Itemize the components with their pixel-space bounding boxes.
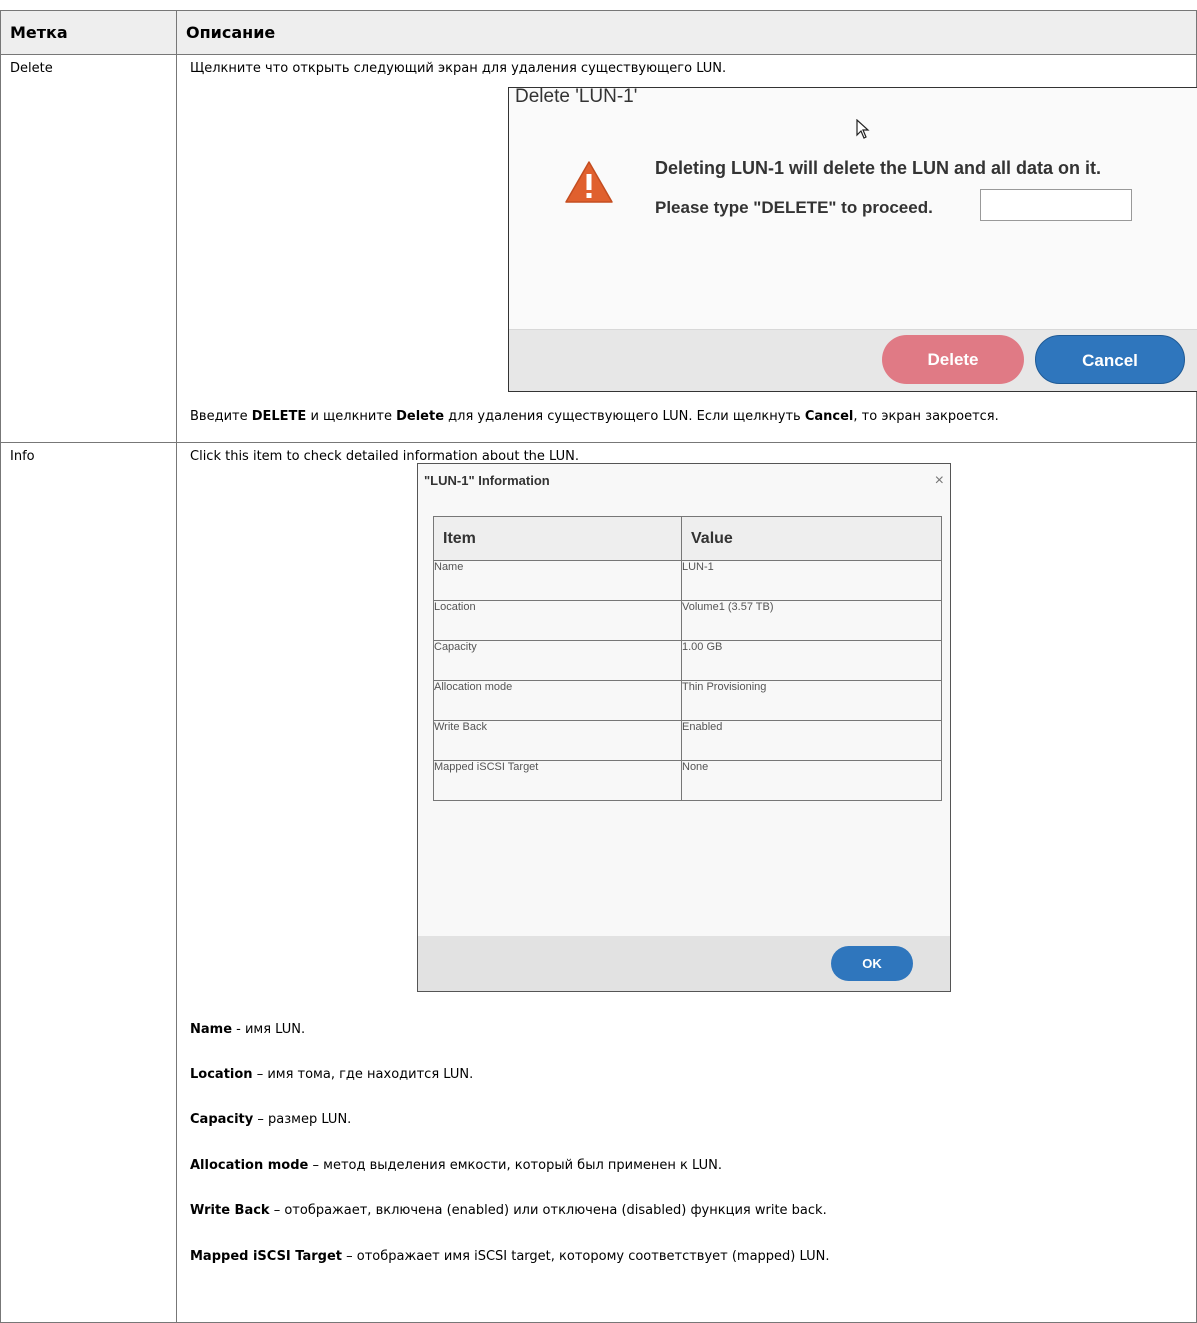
info-dialog-screenshot: "LUN-1" Information × Item Value Name LU… <box>417 463 951 992</box>
definition-location: Location – имя тома, где находится LUN. <box>190 1067 473 1082</box>
definition-term: Allocation mode <box>190 1158 309 1173</box>
definition-term: Mapped iSCSI Target <box>190 1249 343 1264</box>
definition-text: – отображает имя iSCSI target, которому … <box>342 1249 830 1264</box>
info-dialog-footer: OK <box>418 936 950 991</box>
table-row-delete: Delete Щелкните что открыть следующий эк… <box>0 54 1197 443</box>
info-col-item: Item <box>433 516 682 561</box>
note-bold-cancel: Cancel <box>804 409 854 424</box>
description-table: Метка Описание Delete Щелкните что откры… <box>0 10 1197 1323</box>
ok-button[interactable]: OK <box>831 946 913 981</box>
definition-name: Name - имя LUN. <box>190 1022 305 1037</box>
delete-confirm-prompt: Please type "DELETE" to proceed. <box>655 198 933 217</box>
table-row: Mapped iSCSI Target None <box>433 760 942 801</box>
table-row: Write Back Enabled <box>433 720 942 761</box>
info-value: Volume1 (3.57 TB) <box>681 600 942 641</box>
note-text: , то экран закроется. <box>853 409 999 424</box>
definition-term: Location <box>190 1067 253 1082</box>
close-icon[interactable]: × <box>935 472 944 490</box>
definition-term: Write Back <box>190 1203 270 1218</box>
info-value: None <box>681 760 942 801</box>
definition-capacity: Capacity – размер LUN. <box>190 1112 351 1127</box>
info-item: Capacity <box>433 640 682 681</box>
note-bold-delete-keyword: DELETE <box>251 409 307 424</box>
cancel-button[interactable]: Cancel <box>1035 335 1185 384</box>
table-row: Name LUN-1 <box>433 560 942 601</box>
table-row: Allocation mode Thin Provisioning <box>433 680 942 721</box>
table-row-info: Info Click this item to check detailed i… <box>0 442 1197 1323</box>
delete-intro: Щелкните что открыть следующий экран для… <box>190 61 727 76</box>
definition-text: – имя тома, где находится LUN. <box>252 1067 474 1082</box>
delete-dialog-screenshot: Delete 'LUN-1' × Deleting LUN-1 will del… <box>508 86 1197 392</box>
info-item: Location <box>433 600 682 641</box>
info-value: 1.00 GB <box>681 640 942 681</box>
header-description: Описание <box>176 10 1197 55</box>
delete-confirm-input[interactable] <box>980 189 1132 221</box>
info-value: LUN-1 <box>681 560 942 601</box>
delete-dialog-footer: Delete Cancel <box>509 329 1197 391</box>
mouse-cursor-icon <box>856 118 870 144</box>
definition-text: – отображает, включена (enabled) или отк… <box>269 1203 827 1218</box>
info-value: Enabled <box>681 720 942 761</box>
info-value: Thin Provisioning <box>681 680 942 721</box>
info-table: Item Value Name LUN-1 Location Volume1 (… <box>433 516 942 801</box>
info-col-value: Value <box>681 516 942 561</box>
info-item: Write Back <box>433 720 682 761</box>
definition-term: Name <box>190 1022 233 1037</box>
header-label: Метка <box>0 10 177 55</box>
delete-dialog-title: Delete 'LUN-1' <box>515 86 638 107</box>
info-item: Mapped iSCSI Target <box>433 760 682 801</box>
note-text: Введите <box>190 409 252 424</box>
note-text: и щелкните <box>306 409 397 424</box>
info-item: Allocation mode <box>433 680 682 721</box>
info-dialog-title: "LUN-1" Information <box>424 473 550 488</box>
delete-button[interactable]: Delete <box>882 335 1024 384</box>
info-item: Name <box>433 560 682 601</box>
delete-warning-message: Deleting LUN-1 will delete the LUN and a… <box>655 158 1102 178</box>
definition-write-back: Write Back – отображает, включена (enabl… <box>190 1203 827 1218</box>
row-description-info: Click this item to check detailed inform… <box>176 442 1197 1323</box>
row-label-delete: Delete <box>0 54 177 443</box>
delete-note: Введите DELETE и щелкните Delete для уда… <box>190 409 999 424</box>
table-row: Location Volume1 (3.57 TB) <box>433 600 942 641</box>
table-header-row: Метка Описание <box>0 10 1197 55</box>
note-bold-delete-button: Delete <box>396 409 445 424</box>
definition-allocation-mode: Allocation mode – метод выделения емкост… <box>190 1158 722 1173</box>
definition-term: Capacity <box>190 1112 254 1127</box>
note-text: для удаления существующего LUN. Если щел… <box>444 409 805 424</box>
definition-mapped-iscsi-target: Mapped iSCSI Target – отображает имя iSC… <box>190 1249 829 1264</box>
definition-text: - имя LUN. <box>232 1022 306 1037</box>
row-label-info: Info <box>0 442 177 1323</box>
warning-icon <box>564 160 614 204</box>
definition-text: – метод выделения емкости, который был п… <box>308 1158 723 1173</box>
table-row: Capacity 1.00 GB <box>433 640 942 681</box>
row-description-delete: Щелкните что открыть следующий экран для… <box>176 54 1197 443</box>
info-intro: Click this item to check detailed inform… <box>190 449 579 464</box>
definition-text: – размер LUN. <box>253 1112 352 1127</box>
